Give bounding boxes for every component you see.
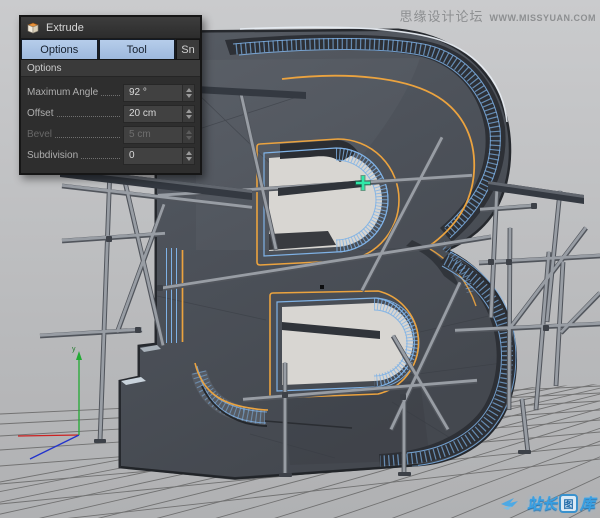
stepper-down-icon: [186, 136, 192, 140]
maximum-angle-input[interactable]: 92 °: [123, 84, 195, 102]
viewport-window: y: [0, 0, 600, 518]
bevel-input-disabled: 5 cm: [123, 126, 195, 144]
stepper-down-icon[interactable]: [186, 94, 192, 98]
field-subdivision: Subdivision 0: [27, 145, 195, 166]
panel-tabs: Options Tool Sn: [21, 39, 200, 60]
field-label: Bevel: [27, 129, 52, 140]
stepper-down-icon[interactable]: [186, 115, 192, 119]
options-rows: Maximum Angle 92 ° Offset 20 cm: [21, 77, 200, 173]
field-value: 0: [124, 150, 182, 161]
subdivision-input[interactable]: 0: [123, 147, 195, 165]
offset-input[interactable]: 20 cm: [123, 105, 195, 123]
extrude-cube-icon: [26, 21, 40, 34]
site-watermark: 站长 图 库: [500, 493, 595, 514]
leader-dots: [101, 83, 120, 96]
field-value: 92 °: [124, 87, 182, 98]
world-axes: y: [18, 346, 82, 459]
field-value: 20 cm: [124, 108, 182, 119]
tab-tool[interactable]: Tool: [99, 39, 176, 59]
field-maximum-angle: Maximum Angle 92 °: [27, 82, 195, 103]
stepper: [182, 148, 194, 164]
stepper-down-icon[interactable]: [186, 157, 192, 161]
forum-watermark: 思缘设计论坛 www.missyuan.com: [399, 6, 596, 25]
stepper-up-icon: [186, 130, 192, 134]
forum-url: www.missyuan.com: [490, 13, 597, 23]
axis-y-arrow: [76, 351, 82, 360]
stepper-up-icon[interactable]: [186, 109, 192, 113]
stepper-up-icon[interactable]: [186, 151, 192, 155]
panel-title: Extrude: [46, 22, 84, 34]
watermark-text-suffix: 库: [580, 493, 595, 514]
forum-name-cn: 思缘设计论坛: [399, 6, 483, 25]
stepper: [182, 127, 194, 143]
stepper: [182, 106, 194, 122]
extrude-tool-panel[interactable]: Extrude Options Tool Sn Options Maximum …: [19, 15, 202, 175]
axis-z: [30, 435, 79, 459]
field-label: Maximum Angle: [27, 87, 98, 98]
watermark-swoosh-icon: [500, 495, 526, 513]
panel-titlebar[interactable]: Extrude: [21, 17, 200, 39]
leader-dots: [57, 104, 121, 117]
watermark-text-prefix: 站长: [527, 493, 557, 514]
leader-dots: [55, 125, 120, 138]
axis-y-label: y: [72, 346, 76, 353]
field-value: 5 cm: [124, 129, 182, 140]
field-bevel: Bevel 5 cm: [27, 124, 195, 145]
stepper-up-icon[interactable]: [186, 88, 192, 92]
axis-x: [18, 435, 79, 436]
watermark-badge: 图: [559, 494, 578, 513]
leader-dots: [81, 146, 120, 159]
tab-snapping-truncated[interactable]: Sn: [176, 39, 200, 59]
field-offset: Offset 20 cm: [27, 103, 195, 124]
vertex-point[interactable]: [320, 285, 324, 289]
field-label: Subdivision: [27, 150, 78, 161]
stepper: [182, 85, 194, 101]
field-label: Offset: [27, 108, 54, 119]
options-section-header: Options: [21, 60, 200, 77]
tab-options[interactable]: Options: [21, 39, 98, 59]
